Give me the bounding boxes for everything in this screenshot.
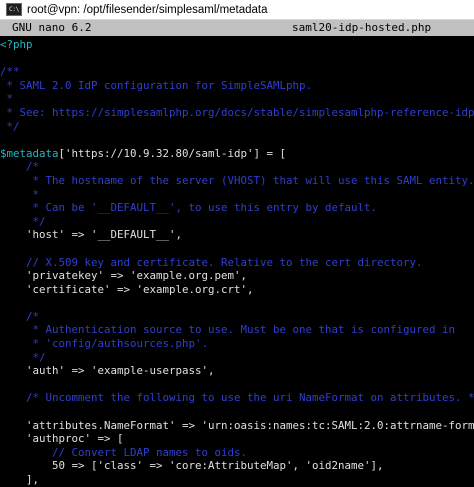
code-token: 'host' => '__DEFAULT__',	[0, 228, 183, 242]
code-line[interactable]: * SAML 2.0 IdP configuration for SimpleS…	[0, 79, 474, 93]
code-line[interactable]: * Can be '__DEFAULT__', to use this entr…	[0, 201, 474, 215]
code-line[interactable]: 50 => ['class' => 'core:AttributeMap', '…	[0, 459, 474, 473]
code-line[interactable]: 'certificate' => 'example.org.crt',	[0, 283, 474, 297]
code-line[interactable]: /**	[0, 65, 474, 79]
code-line[interactable]: 'auth' => 'example-userpass',	[0, 364, 474, 378]
window-title: root@vpn: /opt/filesender/simplesaml/met…	[27, 3, 268, 16]
code-token: ],	[0, 473, 40, 486]
code-line[interactable]: // X.509 key and certificate. Relative t…	[0, 256, 474, 270]
nano-version: GNU nano 6.2	[12, 21, 92, 34]
code-line[interactable]: 'host' => '__DEFAULT__',	[0, 228, 474, 242]
code-line[interactable]: ],	[0, 473, 474, 487]
terminal-icon: C:\	[6, 3, 22, 16]
code-line[interactable]: */	[0, 120, 474, 134]
code-token: * Authentication source to use. Must be …	[0, 323, 456, 337]
code-token: // Convert LDAP names to oids.	[0, 445, 248, 459]
code-token: 'certificate' => 'example.org.crt',	[0, 282, 254, 296]
code-line[interactable]: * Authentication source to use. Must be …	[0, 323, 474, 337]
code-line[interactable]	[0, 52, 474, 66]
code-token: * Can be '__DEFAULT__', to use this entr…	[0, 201, 378, 215]
code-token: 'auth' => 'example-userpass',	[0, 364, 215, 378]
code-line[interactable]: * See: https://simplesamlphp.org/docs/st…	[0, 106, 474, 120]
code-token: /* Uncomment the following to use the ur…	[0, 391, 474, 405]
code-line[interactable]	[0, 242, 474, 256]
code-token: 'privatekey' => 'example.org.pem',	[0, 269, 248, 283]
code-line[interactable]	[0, 296, 474, 310]
code-token: // X.509 key and certificate. Relative t…	[0, 255, 423, 269]
code-token: *	[0, 92, 14, 106]
code-line[interactable]: 'privatekey' => 'example.org.pem',	[0, 269, 474, 283]
code-token: $metadata	[0, 146, 59, 160]
code-line[interactable]: * 'config/authsources.php'.	[0, 337, 474, 351]
code-token: *	[0, 187, 40, 201]
code-line[interactable]: /* Uncomment the following to use the ur…	[0, 391, 474, 405]
code-line[interactable]: */	[0, 215, 474, 229]
code-token: */	[0, 214, 46, 228]
code-token: * See: https://simplesamlphp.org/docs/st…	[0, 105, 474, 119]
code-line[interactable]: /*	[0, 310, 474, 324]
code-token: 50 => ['class' => 'core:AttributeMap', '…	[0, 459, 384, 473]
code-token: * The hostname of the server (VHOST) tha…	[0, 173, 474, 187]
nano-filename: saml20-idp-hosted.php	[292, 21, 432, 34]
code-token: * SAML 2.0 IdP configuration for SimpleS…	[0, 78, 313, 92]
code-line[interactable]: *	[0, 92, 474, 106]
code-line[interactable]	[0, 133, 474, 147]
code-line[interactable]	[0, 378, 474, 392]
code-token: /*	[0, 309, 40, 323]
terminal-window: C:\ root@vpn: /opt/filesender/simplesaml…	[0, 0, 474, 486]
code-line[interactable]: *	[0, 188, 474, 202]
code-token: /*	[0, 160, 40, 174]
nano-header-bar: GNU nano 6.2 saml20-idp-hosted.php	[0, 20, 474, 36]
code-line[interactable]: $metadata['https://10.9.32.80/saml-idp']…	[0, 147, 474, 161]
code-token: */	[0, 119, 20, 133]
code-line[interactable]: /*	[0, 160, 474, 174]
code-token: 'authproc' => [	[0, 432, 124, 446]
code-token: ['https://10.9.32.80/saml-idp'] = [	[58, 146, 287, 160]
code-line[interactable]	[0, 405, 474, 419]
window-titlebar[interactable]: C:\ root@vpn: /opt/filesender/simplesaml…	[0, 0, 474, 20]
code-line[interactable]: // Convert LDAP names to oids.	[0, 446, 474, 460]
code-line[interactable]: 'authproc' => [	[0, 432, 474, 446]
code-line[interactable]: * The hostname of the server (VHOST) tha…	[0, 174, 474, 188]
code-line[interactable]: */	[0, 351, 474, 365]
code-token: /**	[0, 65, 20, 79]
code-token: 'attributes.NameFormat' => 'urn:oasis:na…	[0, 418, 474, 432]
code-line[interactable]: <?php	[0, 38, 474, 52]
code-line[interactable]: 'attributes.NameFormat' => 'urn:oasis:na…	[0, 419, 474, 433]
code-token: <?php	[0, 38, 33, 51]
code-token: */	[0, 350, 46, 364]
editor-buffer[interactable]: <?php/** * SAML 2.0 IdP configuration fo…	[0, 36, 474, 487]
code-token: * 'config/authsources.php'.	[0, 337, 209, 351]
